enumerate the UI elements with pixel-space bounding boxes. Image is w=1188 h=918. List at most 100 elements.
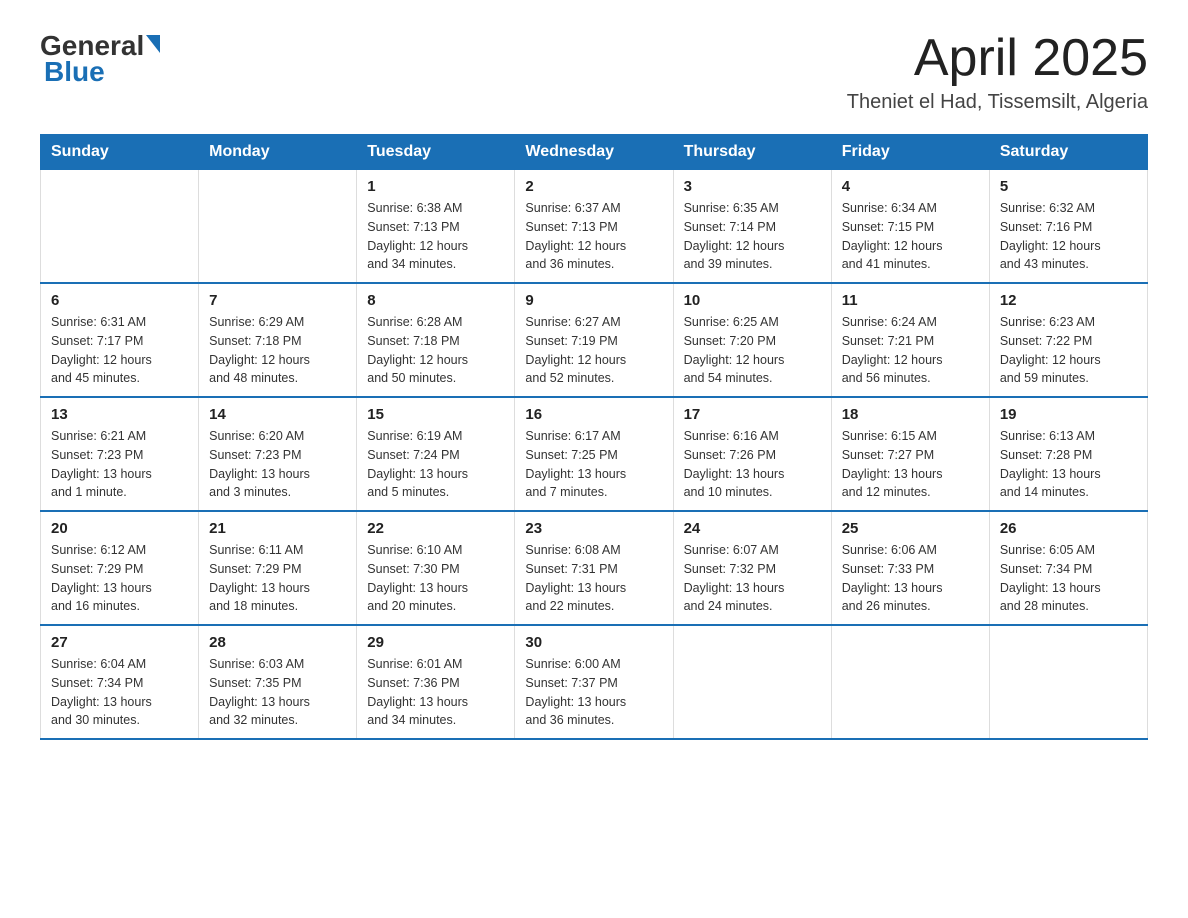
day-number: 6 <box>51 292 188 309</box>
day-info: Sunrise: 6:11 AMSunset: 7:29 PMDaylight:… <box>209 541 346 616</box>
calendar-week-row: 20 Sunrise: 6:12 AMSunset: 7:29 PMDayligh… <box>41 511 1148 625</box>
logo-triangle-icon <box>146 35 160 53</box>
day-info: Sunrise: 6:07 AMSunset: 7:32 PMDaylight:… <box>684 541 821 616</box>
day-info: Sunrise: 6:19 AMSunset: 7:24 PMDaylight:… <box>367 427 504 502</box>
day-info: Sunrise: 6:17 AMSunset: 7:25 PMDaylight:… <box>525 427 662 502</box>
calendar-cell <box>673 625 831 739</box>
calendar-cell: 4 Sunrise: 6:34 AMSunset: 7:15 PMDaylight… <box>831 170 989 284</box>
weekday-header-saturday: Saturday <box>989 135 1147 170</box>
day-number: 9 <box>525 292 662 309</box>
day-number: 2 <box>525 178 662 195</box>
calendar-cell: 12Sunrise: 6:23 AMSunset: 7:22 PMDayligh… <box>989 283 1147 397</box>
calendar-cell <box>989 625 1147 739</box>
calendar-cell: 7 Sunrise: 6:29 AMSunset: 7:18 PMDaylight… <box>199 283 357 397</box>
day-info: Sunrise: 6:25 AMSunset: 7:20 PMDaylight:… <box>684 313 821 388</box>
calendar-cell: 24 Sunrise: 6:07 AMSunset: 7:32 PMDayligh… <box>673 511 831 625</box>
day-number: 4 <box>842 178 979 195</box>
day-number: 25 <box>842 520 979 537</box>
day-number: 15 <box>367 406 504 423</box>
day-info: Sunrise: 6:08 AMSunset: 7:31 PMDaylight:… <box>525 541 662 616</box>
calendar-week-row: 13 Sunrise: 6:21 AMSunset: 7:23 PMDayligh… <box>41 397 1148 511</box>
logo: General Blue <box>40 30 160 88</box>
day-number: 29 <box>367 634 504 651</box>
calendar-cell: 20 Sunrise: 6:12 AMSunset: 7:29 PMDayligh… <box>41 511 199 625</box>
day-info: Sunrise: 6:00 AMSunset: 7:37 PMDaylight:… <box>525 655 662 730</box>
calendar-cell: 8 Sunrise: 6:28 AMSunset: 7:18 PMDaylight… <box>357 283 515 397</box>
subtitle: Theniet el Had, Tissemsilt, Algeria <box>847 91 1148 114</box>
day-info: Sunrise: 6:32 AMSunset: 7:16 PMDaylight:… <box>1000 199 1137 274</box>
day-info: Sunrise: 6:06 AMSunset: 7:33 PMDaylight:… <box>842 541 979 616</box>
calendar-cell: 23Sunrise: 6:08 AMSunset: 7:31 PMDayligh… <box>515 511 673 625</box>
weekday-header-wednesday: Wednesday <box>515 135 673 170</box>
day-info: Sunrise: 6:38 AMSunset: 7:13 PMDaylight:… <box>367 199 504 274</box>
calendar-cell: 19 Sunrise: 6:13 AMSunset: 7:28 PMDayligh… <box>989 397 1147 511</box>
day-number: 22 <box>367 520 504 537</box>
day-number: 18 <box>842 406 979 423</box>
calendar-week-row: 1 Sunrise: 6:38 AMSunset: 7:13 PMDaylight… <box>41 170 1148 284</box>
day-info: Sunrise: 6:31 AMSunset: 7:17 PMDaylight:… <box>51 313 188 388</box>
calendar-cell: 27Sunrise: 6:04 AMSunset: 7:34 PMDayligh… <box>41 625 199 739</box>
day-info: Sunrise: 6:29 AMSunset: 7:18 PMDaylight:… <box>209 313 346 388</box>
day-number: 13 <box>51 406 188 423</box>
day-info: Sunrise: 6:12 AMSunset: 7:29 PMDaylight:… <box>51 541 188 616</box>
calendar-cell: 11 Sunrise: 6:24 AMSunset: 7:21 PMDayligh… <box>831 283 989 397</box>
calendar-cell: 5 Sunrise: 6:32 AMSunset: 7:16 PMDaylight… <box>989 170 1147 284</box>
day-info: Sunrise: 6:05 AMSunset: 7:34 PMDaylight:… <box>1000 541 1137 616</box>
day-number: 12 <box>1000 292 1137 309</box>
day-number: 19 <box>1000 406 1137 423</box>
day-info: Sunrise: 6:28 AMSunset: 7:18 PMDaylight:… <box>367 313 504 388</box>
calendar-cell: 17 Sunrise: 6:16 AMSunset: 7:26 PMDayligh… <box>673 397 831 511</box>
calendar-cell: 16Sunrise: 6:17 AMSunset: 7:25 PMDayligh… <box>515 397 673 511</box>
calendar-cell: 1 Sunrise: 6:38 AMSunset: 7:13 PMDaylight… <box>357 170 515 284</box>
day-info: Sunrise: 6:15 AMSunset: 7:27 PMDaylight:… <box>842 427 979 502</box>
day-number: 26 <box>1000 520 1137 537</box>
calendar-cell: 22 Sunrise: 6:10 AMSunset: 7:30 PMDayligh… <box>357 511 515 625</box>
calendar-cell: 29 Sunrise: 6:01 AMSunset: 7:36 PMDayligh… <box>357 625 515 739</box>
calendar-cell: 30Sunrise: 6:00 AMSunset: 7:37 PMDayligh… <box>515 625 673 739</box>
day-number: 28 <box>209 634 346 651</box>
title-area: April 2025 Theniet el Had, Tissemsilt, A… <box>847 30 1148 114</box>
day-number: 1 <box>367 178 504 195</box>
calendar-week-row: 27Sunrise: 6:04 AMSunset: 7:34 PMDayligh… <box>41 625 1148 739</box>
weekday-header-monday: Monday <box>199 135 357 170</box>
day-info: Sunrise: 6:21 AMSunset: 7:23 PMDaylight:… <box>51 427 188 502</box>
calendar-cell: 14 Sunrise: 6:20 AMSunset: 7:23 PMDayligh… <box>199 397 357 511</box>
header: General Blue April 2025 Theniet el Had, … <box>40 30 1148 114</box>
day-info: Sunrise: 6:34 AMSunset: 7:15 PMDaylight:… <box>842 199 979 274</box>
day-number: 7 <box>209 292 346 309</box>
page-title: April 2025 <box>847 30 1148 87</box>
calendar-cell: 13 Sunrise: 6:21 AMSunset: 7:23 PMDayligh… <box>41 397 199 511</box>
calendar-cell <box>831 625 989 739</box>
day-info: Sunrise: 6:27 AMSunset: 7:19 PMDaylight:… <box>525 313 662 388</box>
calendar-cell: 18 Sunrise: 6:15 AMSunset: 7:27 PMDayligh… <box>831 397 989 511</box>
weekday-header-row: SundayMondayTuesdayWednesdayThursdayFrid… <box>41 135 1148 170</box>
calendar-cell: 25 Sunrise: 6:06 AMSunset: 7:33 PMDayligh… <box>831 511 989 625</box>
day-number: 3 <box>684 178 821 195</box>
calendar-cell: 10 Sunrise: 6:25 AMSunset: 7:20 PMDayligh… <box>673 283 831 397</box>
calendar-cell <box>199 170 357 284</box>
day-info: Sunrise: 6:37 AMSunset: 7:13 PMDaylight:… <box>525 199 662 274</box>
calendar-cell: 21 Sunrise: 6:11 AMSunset: 7:29 PMDayligh… <box>199 511 357 625</box>
day-number: 21 <box>209 520 346 537</box>
logo-blue-text: Blue <box>44 56 105 87</box>
calendar-cell: 6 Sunrise: 6:31 AMSunset: 7:17 PMDaylight… <box>41 283 199 397</box>
day-info: Sunrise: 6:16 AMSunset: 7:26 PMDaylight:… <box>684 427 821 502</box>
day-info: Sunrise: 6:01 AMSunset: 7:36 PMDaylight:… <box>367 655 504 730</box>
weekday-header-thursday: Thursday <box>673 135 831 170</box>
day-info: Sunrise: 6:13 AMSunset: 7:28 PMDaylight:… <box>1000 427 1137 502</box>
day-number: 10 <box>684 292 821 309</box>
day-number: 8 <box>367 292 504 309</box>
day-number: 17 <box>684 406 821 423</box>
day-number: 11 <box>842 292 979 309</box>
day-number: 20 <box>51 520 188 537</box>
day-number: 24 <box>684 520 821 537</box>
day-info: Sunrise: 6:03 AMSunset: 7:35 PMDaylight:… <box>209 655 346 730</box>
day-info: Sunrise: 6:24 AMSunset: 7:21 PMDaylight:… <box>842 313 979 388</box>
calendar-cell: 26 Sunrise: 6:05 AMSunset: 7:34 PMDayligh… <box>989 511 1147 625</box>
calendar-cell <box>41 170 199 284</box>
day-info: Sunrise: 6:10 AMSunset: 7:30 PMDaylight:… <box>367 541 504 616</box>
day-number: 14 <box>209 406 346 423</box>
day-number: 5 <box>1000 178 1137 195</box>
weekday-header-friday: Friday <box>831 135 989 170</box>
day-info: Sunrise: 6:20 AMSunset: 7:23 PMDaylight:… <box>209 427 346 502</box>
